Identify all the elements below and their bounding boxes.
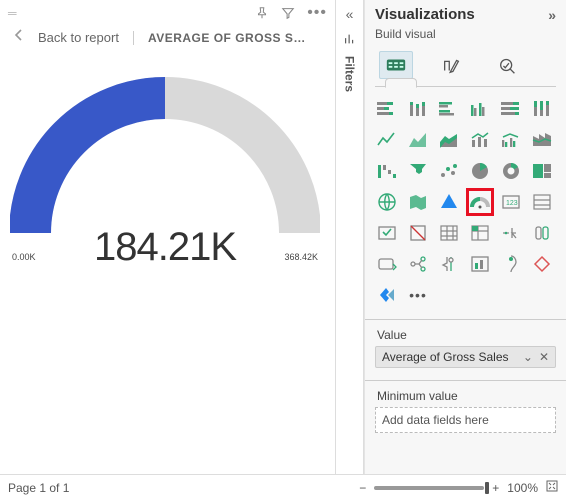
pie-icon[interactable]	[466, 157, 494, 185]
visualizations-title: Visualizations	[375, 6, 475, 23]
multirow-card-icon[interactable]	[528, 188, 556, 216]
hundred-column-icon[interactable]	[528, 95, 556, 123]
waterfall-icon[interactable]	[373, 157, 401, 185]
hundred-bar-icon[interactable]	[497, 95, 525, 123]
build-visual-label: Build visual	[365, 25, 566, 47]
svg-text:123: 123	[506, 200, 518, 207]
zoom-out-icon[interactable]: −	[359, 481, 366, 495]
expand-filters-icon[interactable]: «	[346, 6, 354, 22]
status-bar: Page 1 of 1 − + 100%	[0, 474, 566, 500]
filter-icon[interactable]	[281, 6, 295, 20]
combo-line-column-icon[interactable]	[466, 126, 494, 154]
slicer-icon[interactable]	[404, 219, 432, 247]
gauge-value: 184.21K	[0, 225, 330, 270]
narrative-icon[interactable]	[466, 250, 494, 278]
py-visual-icon[interactable]	[528, 219, 556, 247]
tab-analytics[interactable]	[491, 51, 525, 79]
tile-title: AVERAGE OF GROSS SAL…	[133, 31, 313, 45]
table-icon[interactable]	[435, 219, 463, 247]
back-chevron-icon[interactable]	[14, 28, 24, 47]
treemap-icon[interactable]	[528, 157, 556, 185]
visualizations-pane: Visualizations » Build visual	[364, 0, 566, 474]
filled-map-icon[interactable]	[404, 188, 432, 216]
fit-page-icon[interactable]	[546, 480, 558, 495]
zoom-slider[interactable]	[374, 486, 484, 490]
minimum-value-label: Minimum value	[365, 381, 566, 407]
gauge-icon[interactable]	[466, 188, 494, 216]
field-menu-chevron-icon[interactable]: ⌄	[523, 350, 533, 364]
donut-icon[interactable]	[497, 157, 525, 185]
scatter-icon[interactable]	[435, 157, 463, 185]
qa-icon[interactable]	[435, 250, 463, 278]
r-visual-icon[interactable]	[497, 219, 525, 247]
collapse-viz-icon[interactable]: »	[548, 7, 556, 23]
stacked-bar-icon[interactable]	[373, 95, 401, 123]
funnel-icon[interactable]	[404, 157, 432, 185]
area-chart-icon[interactable]	[404, 126, 432, 154]
map-icon[interactable]	[373, 188, 401, 216]
decomposition-icon[interactable]	[404, 250, 432, 278]
page-status: Page 1 of 1	[8, 481, 69, 495]
card-icon[interactable]: 123	[497, 188, 525, 216]
arcgis-icon[interactable]	[528, 250, 556, 278]
ribbon-chart-icon[interactable]	[528, 126, 556, 154]
gauge-chart[interactable]: 184.21K 0.00K 368.42K	[0, 57, 330, 317]
kpi-icon[interactable]	[373, 219, 401, 247]
report-canvas: ═ ••• Back to report AVERAGE OF GROSS SA…	[0, 0, 336, 474]
visualization-type-grid: 123 •••	[365, 87, 566, 313]
minimum-value-dropzone[interactable]: Add data fields here	[375, 407, 556, 433]
more-icon[interactable]: •••	[307, 4, 327, 22]
tab-format[interactable]	[435, 51, 469, 79]
back-to-report-link[interactable]: Back to report	[38, 30, 119, 45]
zoom-in-icon[interactable]: +	[492, 481, 499, 495]
filters-pane-collapsed[interactable]: « Filters	[336, 0, 364, 474]
stacked-area-icon[interactable]	[435, 126, 463, 154]
zoom-percent: 100%	[507, 481, 538, 495]
field-remove-icon[interactable]: ✕	[539, 350, 549, 364]
bar-chart-icon	[343, 32, 357, 46]
paginated-icon[interactable]	[497, 250, 525, 278]
azure-map-icon[interactable]	[435, 188, 463, 216]
value-field-pill[interactable]: Average of Gross Sales ⌄ ✕	[375, 346, 556, 368]
zoom-control[interactable]: − + 100%	[359, 480, 558, 495]
grip-icon[interactable]: ═	[8, 6, 17, 20]
matrix-icon[interactable]	[466, 219, 494, 247]
combo-line-clustered-icon[interactable]	[497, 126, 525, 154]
powerapps-icon[interactable]	[373, 281, 401, 309]
stacked-column-icon[interactable]	[404, 95, 432, 123]
filters-label: Filters	[343, 56, 357, 92]
key-influencers-icon[interactable]	[373, 250, 401, 278]
more-visuals-icon[interactable]: •••	[404, 281, 432, 309]
clustered-bar-icon[interactable]	[435, 95, 463, 123]
pin-icon[interactable]	[255, 6, 269, 20]
tile-toolbar: ═ •••	[0, 0, 335, 22]
clustered-column-icon[interactable]	[466, 95, 494, 123]
line-chart-icon[interactable]	[373, 126, 401, 154]
tab-fields[interactable]	[379, 51, 413, 79]
value-field-name: Average of Gross Sales	[382, 350, 509, 364]
value-field-label: Value	[365, 320, 566, 346]
